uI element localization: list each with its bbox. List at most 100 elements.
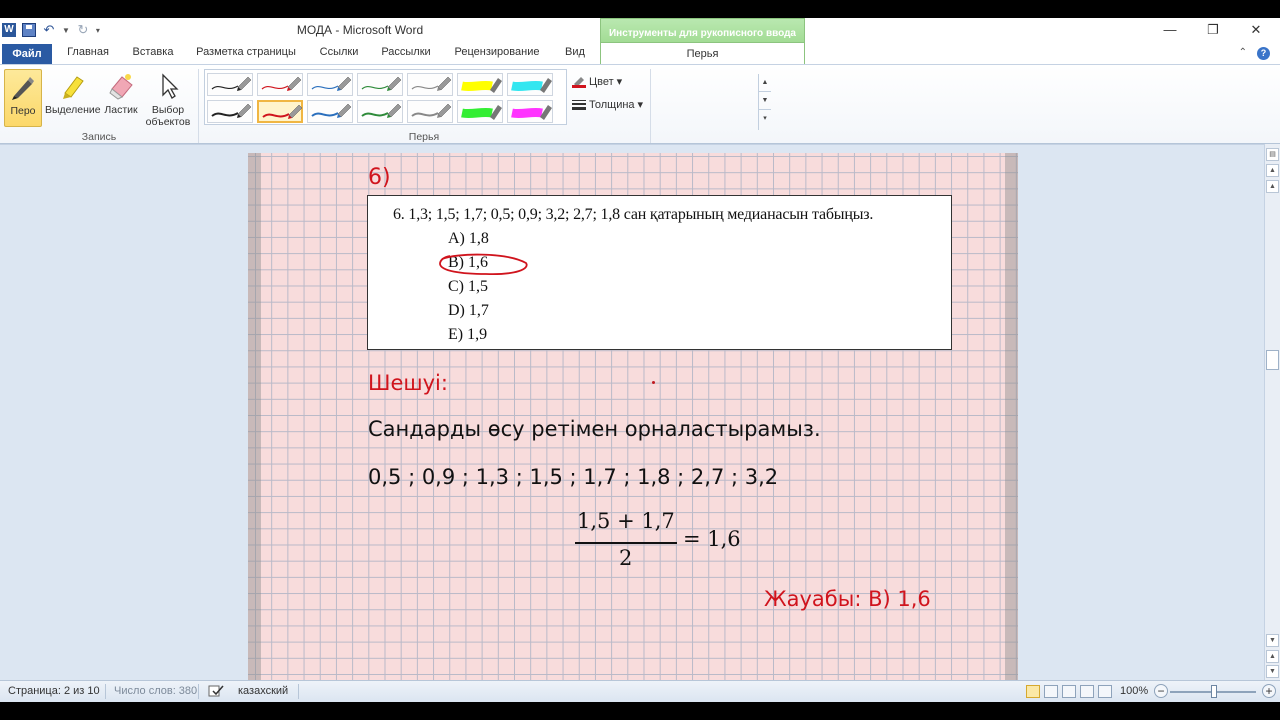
pen-stroke-icon	[361, 103, 402, 118]
word-count[interactable]: Число слов: 380	[114, 685, 197, 697]
help-icon[interactable]: ?	[1257, 47, 1270, 60]
pens-gallery: ▲ ▼ ▾	[204, 69, 771, 130]
document-page[interactable]: 6) 6. 1,3; 1,5; 1,7; 0,5; 0,9; 3,2; 2,7;…	[248, 153, 1018, 693]
pen-style-2-1[interactable]	[207, 100, 253, 123]
spellcheck-icon[interactable]	[208, 684, 224, 701]
pen-style-2-3[interactable]	[307, 100, 353, 123]
minimize-button[interactable]: —	[1155, 22, 1185, 40]
restore-button[interactable]: ❐	[1198, 22, 1228, 40]
pen-stroke-icon	[262, 104, 303, 119]
pen-style-1-3[interactable]	[307, 73, 353, 96]
pen-stroke-icon	[511, 78, 552, 93]
pen-style-1-4[interactable]	[357, 73, 403, 96]
median-formula: 1,5 + 1,7 2 = 1,6	[575, 509, 755, 579]
next-page-icon[interactable]: ▼	[1266, 665, 1279, 678]
status-separator	[105, 684, 106, 699]
pen-stroke-icon	[211, 103, 252, 118]
vertical-scrollbar[interactable]: ▤ ▲ ▲ ▼ ▲ ▼	[1264, 144, 1280, 680]
page-indicator[interactable]: Страница: 2 из 10	[8, 685, 100, 697]
chevron-down-icon: ▾	[616, 76, 623, 88]
status-separator	[298, 684, 299, 699]
tab-review[interactable]: Рецензирование	[446, 46, 548, 64]
scroll-thumb[interactable]	[1266, 350, 1279, 370]
pen-color-label: Цвет	[589, 75, 614, 88]
select-objects-button[interactable]: Выбор объектов	[143, 69, 193, 128]
document-area: 6) 6. 1,3; 1,5; 1,7; 0,5; 0,9; 3,2; 2,7;…	[0, 144, 1264, 693]
full-screen-reading-view-button[interactable]	[1044, 685, 1058, 698]
pen-stroke-icon	[461, 78, 502, 93]
highlight-label: Выделение	[45, 104, 101, 116]
eraser-button[interactable]: Ластик	[101, 69, 141, 127]
pen-style-1-1[interactable]	[207, 73, 253, 96]
formula-result: = 1,6	[683, 527, 741, 551]
fraction-line	[575, 542, 677, 544]
status-bar: Страница: 2 из 10 Число слов: 380 казахс…	[0, 680, 1280, 702]
web-layout-view-button[interactable]	[1062, 685, 1076, 698]
group-record-label: Запись	[81, 131, 117, 143]
tab-page-layout[interactable]: Разметка страницы	[190, 46, 302, 64]
pen-stroke-icon	[411, 76, 452, 91]
page-up-icon[interactable]: ▲	[1266, 180, 1279, 193]
pen-style-1-6[interactable]	[457, 73, 503, 96]
option-a: A) 1,8	[448, 230, 489, 247]
tab-home[interactable]: Главная	[60, 46, 116, 64]
solution-label: Шешуі:	[368, 371, 448, 395]
pen-thickness-label: Толщина	[589, 98, 635, 111]
pen-button[interactable]: Перо	[4, 69, 42, 127]
pen-thickness-dropdown[interactable]: Толщина ▾	[572, 98, 643, 111]
pen-style-2-4[interactable]	[357, 100, 403, 123]
pen-label: Перо	[10, 105, 36, 117]
ink-tools-contextual-header: Инструменты для рукописного ввода	[600, 18, 805, 42]
prev-page-icon[interactable]: ▲	[1266, 650, 1279, 663]
tab-file[interactable]: Файл	[2, 44, 52, 64]
pen-icon	[8, 72, 38, 102]
tab-pens[interactable]: Перья	[600, 42, 805, 64]
instruction-text: Сандарды өсу ретімен орналастырамыз.	[368, 417, 821, 441]
minimize-ribbon-icon[interactable]: ⌃	[1239, 47, 1247, 60]
tab-insert[interactable]: Вставка	[126, 46, 180, 64]
pen-style-1-5[interactable]	[407, 73, 453, 96]
pen-style-2-5[interactable]	[407, 100, 453, 123]
zoom-in-button[interactable]: +	[1262, 684, 1276, 698]
zoom-slider-thumb[interactable]	[1211, 685, 1217, 698]
zoom-out-button[interactable]: −	[1154, 684, 1168, 698]
close-button[interactable]: ✕	[1241, 22, 1271, 40]
gallery-scroll-buttons[interactable]: ▲ ▼ ▾	[758, 74, 771, 130]
section-label: 6)	[368, 165, 391, 190]
scroll-up-icon[interactable]: ▲	[1266, 164, 1279, 177]
ink-dot	[652, 381, 655, 384]
ribbon-tabs: Файл Главная Вставка Разметка страницы С…	[0, 42, 1280, 64]
pen-style-2-7[interactable]	[507, 100, 553, 123]
scroll-down-icon[interactable]: ▼	[1266, 634, 1279, 647]
pen-stroke-icon	[311, 76, 352, 91]
pen-style-1-7[interactable]	[507, 73, 553, 96]
draft-view-button[interactable]	[1098, 685, 1112, 698]
pen-style-2-2[interactable]	[257, 100, 303, 123]
highlight-button[interactable]: Выделение	[45, 69, 101, 127]
tab-mailings[interactable]: Рассылки	[376, 46, 436, 64]
pen-color-dropdown[interactable]: Цвет ▾	[572, 75, 622, 88]
option-c: C) 1,5	[448, 278, 488, 295]
sorted-sequence: 0,5 ; 0,9 ; 1,3 ; 1,5 ; 1,7 ; 1,8 ; 2,7 …	[368, 465, 779, 489]
pen-style-1-2[interactable]	[257, 73, 303, 96]
zoom-level[interactable]: 100%	[1120, 685, 1148, 697]
pen-stroke-icon	[311, 103, 352, 118]
highlighter-icon	[57, 71, 87, 101]
line-thickness-icon	[572, 99, 586, 111]
pen-stroke-icon	[411, 103, 452, 118]
language-indicator[interactable]: казахский	[238, 685, 288, 697]
option-d: D) 1,7	[448, 302, 489, 319]
tab-view[interactable]: Вид	[558, 46, 592, 64]
problem-image: 6. 1,3; 1,5; 1,7; 0,5; 0,9; 3,2; 2,7; 1,…	[367, 195, 952, 350]
outline-view-button[interactable]	[1080, 685, 1094, 698]
print-layout-view-button[interactable]	[1026, 685, 1040, 698]
answer-text: Жауабы: В) 1,6	[764, 587, 931, 611]
tab-references[interactable]: Ссылки	[312, 46, 366, 64]
pen-stroke-icon	[261, 76, 302, 91]
pen-style-2-6[interactable]	[457, 100, 503, 123]
option-e: E) 1,9	[448, 326, 488, 343]
ruler-toggle-icon[interactable]: ▤	[1266, 148, 1279, 161]
select-label-2: объектов	[145, 116, 191, 128]
pen-stroke-icon	[461, 105, 502, 120]
group-pens-label: Перья	[408, 131, 440, 143]
